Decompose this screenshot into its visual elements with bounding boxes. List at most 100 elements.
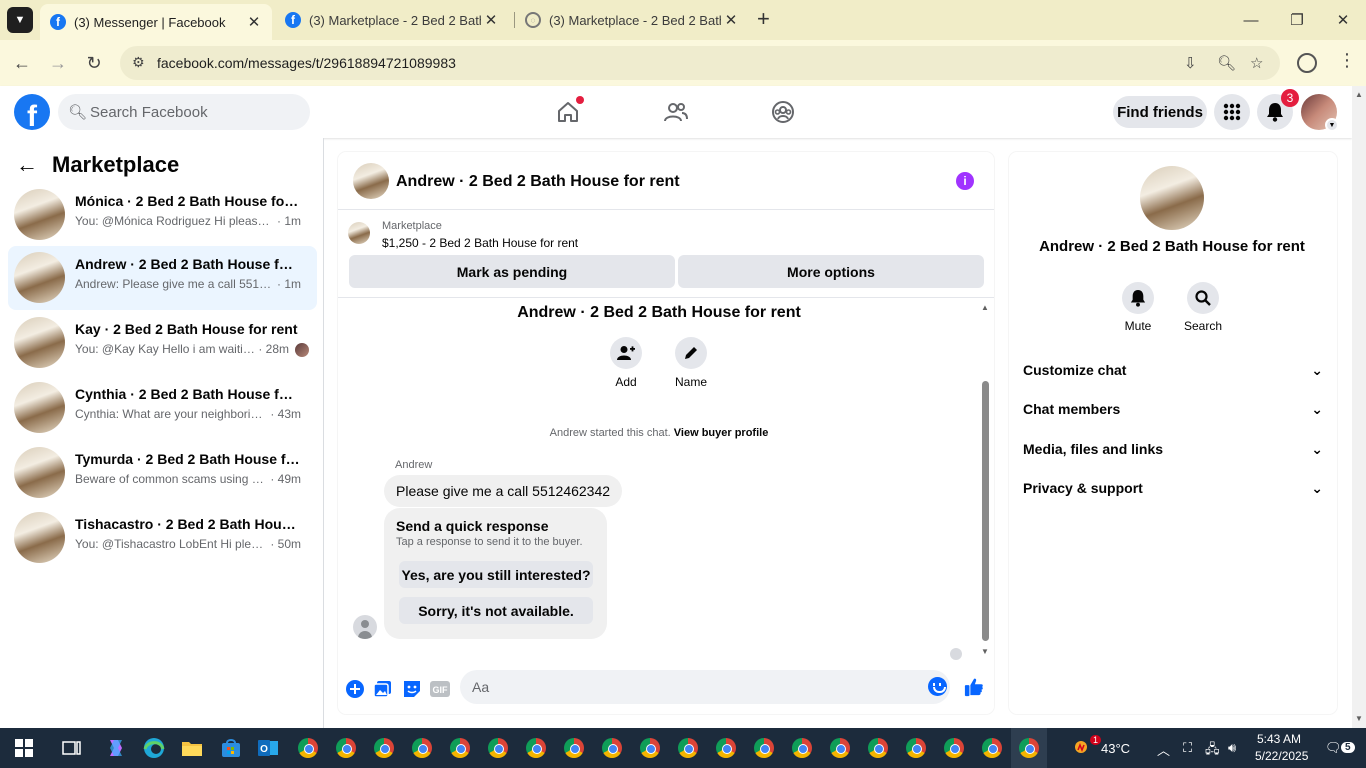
conversation-item[interactable]: Cynthia · 2 Bed 2 Bath House for rent Cy…	[8, 376, 317, 440]
chrome-icon[interactable]	[372, 736, 396, 760]
chrome-icon[interactable]	[980, 736, 1004, 760]
home-icon[interactable]	[554, 96, 584, 126]
omnibox[interactable]: ⚙ facebook.com/messages/t/29618894721089…	[120, 46, 1280, 80]
menu-grid-button[interactable]	[1214, 94, 1250, 130]
browser-menu-icon[interactable]: ⋮	[1338, 50, 1356, 71]
friends-icon[interactable]	[662, 98, 690, 126]
mute-button[interactable]: Mute	[1108, 282, 1168, 333]
windows-start-icon[interactable]	[12, 736, 36, 760]
chrome-icon[interactable]	[714, 736, 738, 760]
chat-members-section[interactable]: Chat members ⌄	[1023, 394, 1323, 424]
close-tab-icon[interactable]: ✕	[481, 11, 501, 29]
facebook-search[interactable]: 🔍︎	[58, 94, 310, 130]
thread-scrollbar[interactable]: ▲ ▼	[980, 299, 992, 659]
search-in-chat-button[interactable]: Search	[1173, 282, 1233, 333]
chrome-icon[interactable]	[638, 736, 662, 760]
chrome-icon[interactable]	[562, 736, 586, 760]
chrome-icon[interactable]	[600, 736, 624, 760]
groups-icon[interactable]	[769, 98, 797, 126]
chrome-icon[interactable]	[486, 736, 510, 760]
conversation-item[interactable]: Mónica · 2 Bed 2 Bath House for rent You…	[8, 183, 317, 247]
close-window-button[interactable]: ✕	[1320, 0, 1366, 40]
file-explorer-icon[interactable]	[180, 736, 204, 760]
sticker-icon[interactable]	[402, 679, 422, 699]
chrome-icon[interactable]	[410, 736, 434, 760]
chrome-icon-active[interactable]	[1017, 736, 1041, 760]
arrow-left-icon[interactable]: ←	[16, 152, 38, 178]
page-scrollbar[interactable]: ▲ ▼	[1352, 86, 1366, 728]
conversation-item[interactable]: Kay · 2 Bed 2 Bath House for rent You: @…	[8, 311, 317, 375]
restore-button[interactable]: ❐	[1274, 0, 1320, 40]
message-input-box[interactable]	[460, 670, 950, 704]
microsoft-store-icon[interactable]	[219, 736, 243, 760]
install-app-icon[interactable]: ⇩	[1184, 54, 1197, 72]
facebook-logo-icon[interactable]: f	[14, 94, 50, 130]
conversation-item[interactable]: Tymurda · 2 Bed 2 Bath House for rent Be…	[8, 441, 317, 505]
volume-icon[interactable]: 🔊︎	[1228, 740, 1236, 756]
mark-as-pending-button[interactable]: Mark as pending	[349, 255, 675, 288]
scrollbar-thumb[interactable]	[982, 381, 989, 641]
chrome-icon[interactable]	[676, 736, 700, 760]
outlook-icon[interactable]: O	[256, 736, 280, 760]
listing-price[interactable]: $1,250 - 2 Bed 2 Bath House for rent	[382, 236, 578, 250]
view-buyer-profile-link[interactable]: View buyer profile	[674, 427, 769, 439]
chrome-icon[interactable]	[752, 736, 776, 760]
message-input[interactable]	[472, 670, 912, 704]
task-view-icon[interactable]	[60, 736, 84, 760]
chrome-icon[interactable]	[296, 736, 320, 760]
chrome-icon[interactable]	[790, 736, 814, 760]
chat-avatar[interactable]	[353, 163, 389, 199]
tab-marketplace-1[interactable]: f (3) Marketplace - 2 Bed 2 Bath House f…	[275, 0, 509, 40]
new-tab-button[interactable]: +	[757, 8, 770, 30]
close-tab-icon[interactable]: ✕	[244, 13, 264, 31]
clock-date[interactable]: 5/22/2025	[1255, 749, 1308, 763]
bookmark-star-icon[interactable]: ☆	[1250, 54, 1263, 72]
zoom-icon[interactable]: 🔍︎	[1217, 54, 1236, 72]
chrome-icon[interactable]	[942, 736, 966, 760]
message-bubble[interactable]: Please give me a call 5512462342	[384, 475, 623, 507]
add-people-button[interactable]: Add	[601, 337, 651, 389]
info-icon[interactable]: i	[956, 172, 974, 190]
camera-icon[interactable]: ⛶	[1183, 740, 1192, 756]
message-thread[interactable]: Andrew · 2 Bed 2 Bath House for rent Add…	[338, 299, 994, 659]
chevron-up-icon[interactable]: ︿	[1157, 740, 1170, 759]
reload-button[interactable]: ↻	[82, 51, 106, 75]
listing-thumbnail[interactable]	[348, 222, 370, 244]
buyer-avatar[interactable]	[353, 615, 377, 639]
chat-title[interactable]: Andrew · 2 Bed 2 Bath House for rent	[396, 173, 680, 191]
forward-button[interactable]: →	[46, 51, 70, 75]
find-friends-button[interactable]: Find friends	[1113, 96, 1207, 128]
chrome-icon[interactable]	[904, 736, 928, 760]
gif-icon[interactable]: GIF	[430, 679, 450, 699]
minimize-button[interactable]: —	[1228, 0, 1274, 40]
scroll-up-icon[interactable]: ▲	[981, 303, 989, 312]
info-avatar[interactable]	[1140, 166, 1204, 230]
chrome-icon[interactable]	[866, 736, 890, 760]
edge-icon[interactable]	[142, 736, 166, 760]
scroll-down-icon[interactable]: ▼	[1355, 714, 1363, 723]
chrome-icon[interactable]	[828, 736, 852, 760]
emoji-icon[interactable]	[928, 677, 947, 696]
scroll-up-icon[interactable]: ▲	[1355, 90, 1363, 99]
name-chat-button[interactable]: Name	[666, 337, 716, 389]
tab-search-button[interactable]: ▼	[7, 7, 33, 33]
conversation-item[interactable]: Tishacastro · 2 Bed 2 Bath House for ren…	[8, 506, 317, 570]
back-button[interactable]: ←	[10, 51, 34, 75]
media-files-links-section[interactable]: Media, files and links ⌄	[1023, 434, 1323, 464]
chrome-icon[interactable]	[448, 736, 472, 760]
chrome-icon[interactable]	[524, 736, 548, 760]
facebook-search-input[interactable]	[90, 94, 300, 130]
tab-messenger[interactable]: f (3) Messenger | Facebook ✕	[40, 4, 272, 40]
weather-temperature[interactable]: 43°C	[1101, 741, 1130, 756]
customize-chat-section[interactable]: Customize chat ⌄	[1023, 355, 1323, 385]
network-icon[interactable]: 🖧︎	[1205, 740, 1220, 762]
tab-marketplace-2[interactable]: ◌ (3) Marketplace - 2 Bed 2 Bath House f…	[515, 0, 749, 40]
account-avatar[interactable]: ▼	[1301, 94, 1339, 132]
quick-response-unavailable[interactable]: Sorry, it's not available.	[399, 597, 593, 624]
plus-circle-icon[interactable]	[345, 679, 365, 699]
photo-icon[interactable]	[373, 679, 393, 699]
conversation-item-active[interactable]: Andrew · 2 Bed 2 Bath House for rent And…	[8, 246, 317, 310]
copilot-icon[interactable]	[104, 736, 128, 760]
close-tab-icon[interactable]: ✕	[721, 11, 741, 29]
url-text[interactable]: facebook.com/messages/t/2961889472108998…	[157, 55, 456, 71]
